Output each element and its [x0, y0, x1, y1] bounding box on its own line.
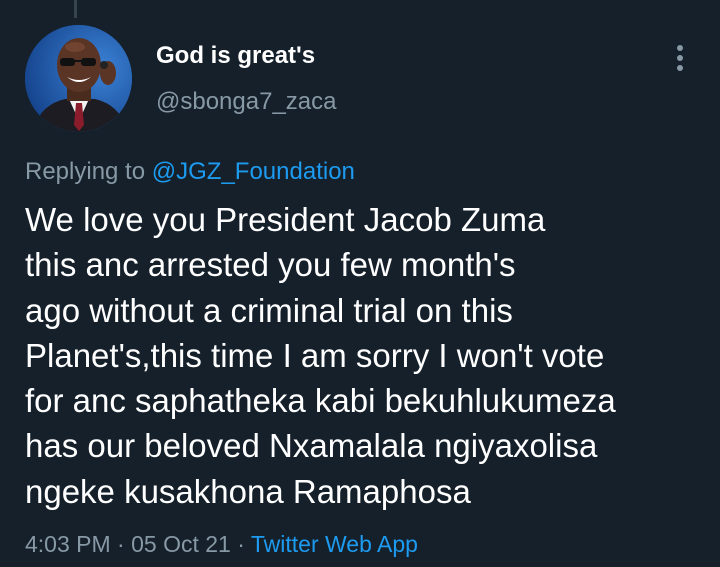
- replying-to-line: Replying to @JGZ_Foundation: [25, 158, 355, 186]
- tweet-text-line: ngeke kusakhona Ramaphosa: [25, 472, 471, 510]
- tweet-text-line: ago without a criminal trial on this: [25, 291, 513, 329]
- meta-separator: ·: [237, 531, 245, 557]
- tweet-source-link[interactable]: Twitter Web App: [251, 531, 418, 557]
- reply-mention-link[interactable]: @JGZ_Foundation: [152, 158, 355, 185]
- tweet-text-line: We love you President Jacob Zuma: [25, 201, 546, 238]
- tweet-text-line: Planet's,this time I am sorry I won't vo…: [25, 336, 605, 374]
- thread-connector-line: [74, 0, 77, 18]
- avatar[interactable]: [25, 25, 132, 132]
- vertical-ellipsis-icon: [677, 45, 683, 71]
- profile-photo-icon: [25, 25, 132, 132]
- author-handle[interactable]: @sbonga7_zaca: [156, 88, 337, 116]
- replying-to-label: Replying to: [25, 158, 146, 185]
- tweet-text-line: has our beloved Nxamalala ngiyaxolisa: [25, 427, 598, 465]
- tweet-time[interactable]: 4:03 PM: [25, 531, 111, 557]
- tweet-text: We love you President Jacob Zuma this an…: [25, 197, 710, 514]
- author-display-name[interactable]: God is great's: [156, 42, 315, 70]
- tweet-text-line: for anc saphatheka kabi bekuhlukumeza: [25, 382, 616, 420]
- tweet-metadata: 4:03 PM · 05 Oct 21 · Twitter Web App: [25, 531, 418, 558]
- tweet-date[interactable]: 05 Oct 21: [131, 531, 231, 557]
- meta-separator: ·: [117, 531, 125, 557]
- tweet-screen: God is great's @sbonga7_zaca Replying to…: [0, 0, 720, 567]
- tweet-text-line: this anc arrested you few month's: [25, 246, 516, 284]
- more-options-button[interactable]: [664, 38, 696, 78]
